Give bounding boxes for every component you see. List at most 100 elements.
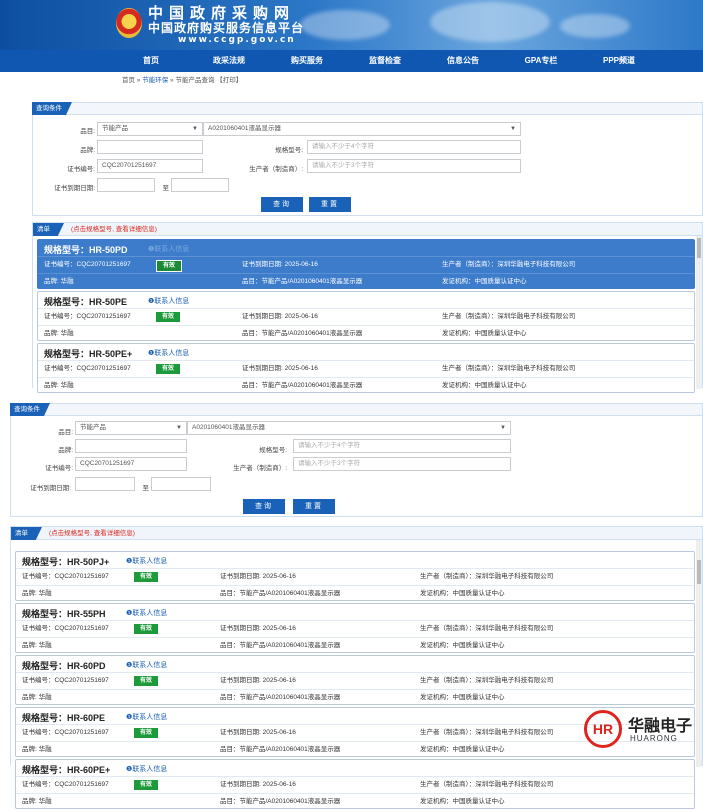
cert-number: 证书编号：CQC20701251697 (22, 729, 109, 736)
contact-info-link[interactable]: ❶联系人信息 (148, 348, 189, 358)
breadcrumb-current: » 节能产品查询 (168, 77, 217, 84)
breadcrumb-section[interactable]: 节能环保 (142, 77, 168, 84)
reset-button[interactable]: 重置 (293, 499, 335, 514)
model-link[interactable]: 规格型号：HR-60PE+ (22, 763, 110, 776)
contact-info-link[interactable]: ❶联系人信息 (148, 244, 189, 254)
status-badge: 有效 (134, 676, 159, 686)
expiry-to-input[interactable] (171, 178, 229, 192)
expiry-to-input[interactable] (151, 477, 211, 491)
expiry-from-input[interactable] (97, 178, 155, 192)
expiry-label: 证书到期日期: (54, 185, 95, 192)
cert-number: 证书编号：CQC20701251697 (22, 573, 109, 580)
product-card[interactable]: 规格型号：HR-50PE ❶联系人信息 证书编号：CQC20701251697 有效 证… (37, 291, 695, 341)
brand-text: 品牌: 华融 (22, 590, 52, 597)
search-button[interactable]: 查询 (243, 499, 285, 514)
contact-info-link[interactable]: ❶联系人信息 (126, 608, 167, 618)
issuer-text: 发证机构：中国质量认证中心 (420, 798, 505, 805)
cert-label: 证书编号: (67, 166, 95, 173)
product-card[interactable]: 规格型号：HR-50PE+ ❶联系人信息 证书编号：CQC20701251697 有效… (37, 343, 695, 393)
issuer-text: 发证机构：中国质量认证中心 (442, 330, 527, 337)
product-card[interactable]: 规格型号：HR-50PJ+ ❶联系人信息 证书编号：CQC20701251697 有效… (15, 551, 695, 601)
expiry-date: 证书到期日期: 2025-06-16 (220, 677, 296, 684)
contact-info-link[interactable]: ❶联系人信息 (148, 296, 189, 306)
category-text: 品目：节能产品/A0201060401液晶显示器 (220, 746, 341, 753)
cert-number: 证书编号：CQC20701251697 (44, 365, 131, 372)
cert-input[interactable]: CQC20701251697 (97, 159, 203, 173)
breadcrumb-home[interactable]: 首页 (122, 77, 135, 84)
expiry-date: 证书到期日期: 2025-06-16 (220, 729, 296, 736)
site-logo[interactable]: 中国政府采购网 中国政府购买服务信息平台 www.ccgp.gov.cn (148, 4, 304, 46)
site-url: www.ccgp.gov.cn (178, 35, 296, 45)
nav-gpa[interactable]: GPA专栏 (502, 50, 580, 72)
product-card[interactable]: 规格型号：HR-50PD ❶联系人信息 证书编号：CQC20701251697 有效 证… (37, 239, 695, 289)
contact-info-link[interactable]: ❶联系人信息 (126, 712, 167, 722)
manufacturer: 生产者（制造商）：深圳华融电子科技有限公司 (442, 261, 576, 268)
huarong-watermark-logo: HR 华融电子 HUARONG (584, 710, 696, 752)
nav-supervision[interactable]: 监督检查 (346, 50, 424, 72)
site-header: 中国政府采购网 中国政府购买服务信息平台 www.ccgp.gov.cn (0, 0, 703, 50)
print-link[interactable]: 【打印】 (216, 77, 242, 84)
expiry-date: 证书到期日期: 2025-06-16 (242, 313, 318, 320)
search-button[interactable]: 查询 (261, 197, 303, 212)
status-badge: 有效 (134, 780, 159, 790)
model-link[interactable]: 规格型号：HR-50PE (44, 295, 127, 308)
list-scrollbar[interactable] (696, 236, 702, 389)
product-card[interactable]: 规格型号：HR-60PE+ ❶联系人信息 证书编号：CQC20701251697 有效… (15, 759, 695, 809)
maker-input[interactable]: 请输入不少于3个字符 (293, 457, 511, 471)
list-scrollbar[interactable] (696, 540, 702, 767)
model-input[interactable]: 请输入不少于4个字符 (293, 439, 511, 453)
model-link[interactable]: 规格型号：HR-60PD (22, 659, 106, 672)
nav-purchase-services[interactable]: 购买服务 (268, 50, 346, 72)
model-link[interactable]: 规格型号：HR-50PD (44, 243, 128, 256)
maker-label: 生产者（制造商）: (249, 166, 303, 173)
model-input[interactable]: 请输入不少于4个字符 (307, 140, 521, 154)
chevron-down-icon: ▼ (510, 126, 516, 132)
list-hint: (点击规格型号, 查看详细信息) (49, 530, 135, 537)
list-hint: (点击规格型号, 查看详细信息) (71, 226, 157, 233)
expiry-label: 证书到期日期: (30, 485, 71, 492)
cert-number: 证书编号：CQC20701251697 (22, 677, 109, 684)
list-tab: 清单 (33, 223, 64, 236)
model-link[interactable]: 规格型号：HR-50PJ+ (22, 555, 109, 568)
model-link[interactable]: 规格型号：HR-55PH (22, 607, 106, 620)
cert-input[interactable]: CQC20701251697 (75, 457, 187, 471)
cert-number: 证书编号：CQC20701251697 (22, 625, 109, 632)
reset-button[interactable]: 重置 (309, 197, 351, 212)
query-panel: 查询条件 品目: 节能产品 ▼ A0201060401液晶显示器 ▼ 品牌: 规格型… (32, 102, 703, 216)
expiry-date: 证书到期日期: 2025-06-16 (220, 781, 296, 788)
expiry-date: 证书到期日期: 2025-06-16 (242, 261, 318, 268)
manufacturer: 生产者（制造商）：深圳华融电子科技有限公司 (442, 365, 576, 372)
issuer-text: 发证机构：中国质量认证中心 (420, 746, 505, 753)
nav-ppp[interactable]: PPP频道 (580, 50, 658, 72)
nav-home[interactable]: 首页 (112, 50, 190, 72)
nav-announcements[interactable]: 信息公告 (424, 50, 502, 72)
category-select[interactable]: 节能产品 ▼ (75, 421, 187, 435)
manufacturer: 生产者（制造商）：深圳华融电子科技有限公司 (420, 677, 554, 684)
maker-input[interactable]: 请输入不少于3个字符 (307, 159, 521, 173)
expiry-date: 证书到期日期: 2025-06-16 (220, 573, 296, 580)
model-link[interactable]: 规格型号：HR-60PE (22, 711, 105, 724)
manufacturer: 生产者（制造商）：深圳华融电子科技有限公司 (442, 313, 576, 320)
brand-input[interactable] (75, 439, 187, 453)
contact-info-link[interactable]: ❶联系人信息 (126, 660, 167, 670)
status-badge: 有效 (134, 624, 159, 634)
category-text: 品目：节能产品/A0201060401液晶显示器 (242, 278, 363, 285)
issuer-text: 发证机构：中国质量认证中心 (442, 278, 527, 285)
brand-text: 品牌: 华融 (44, 278, 74, 285)
manufacturer: 生产者（制造商）：深圳华融电子科技有限公司 (420, 625, 554, 632)
product-card[interactable]: 规格型号：HR-60PD ❶联系人信息证书编号：CQC20701251697 有效 证… (15, 655, 695, 705)
site-title: 中国政府采购网 (148, 4, 296, 22)
contact-info-link[interactable]: ❶联系人信息 (126, 556, 167, 566)
category-text: 品目：节能产品/A0201060401液晶显示器 (220, 798, 341, 805)
issuer-text: 发证机构：中国质量认证中心 (442, 382, 527, 389)
brand-input[interactable] (97, 140, 203, 154)
subcategory-select[interactable]: A0201060401液晶显示器 ▼ (187, 421, 511, 435)
category-select[interactable]: 节能产品 ▼ (97, 122, 203, 136)
category-label: 品目: (58, 429, 73, 436)
product-card[interactable]: 规格型号：HR-55PH ❶联系人信息 证书编号：CQC20701251697 有效 证… (15, 603, 695, 653)
maker-label: 生产者（制造商）: (233, 465, 287, 472)
subcategory-select[interactable]: A0201060401液晶显示器 ▼ (203, 122, 521, 136)
nav-regulations[interactable]: 政采法规 (190, 50, 268, 72)
expiry-from-input[interactable] (75, 477, 135, 491)
model-link[interactable]: 规格型号：HR-50PE+ (44, 347, 132, 360)
